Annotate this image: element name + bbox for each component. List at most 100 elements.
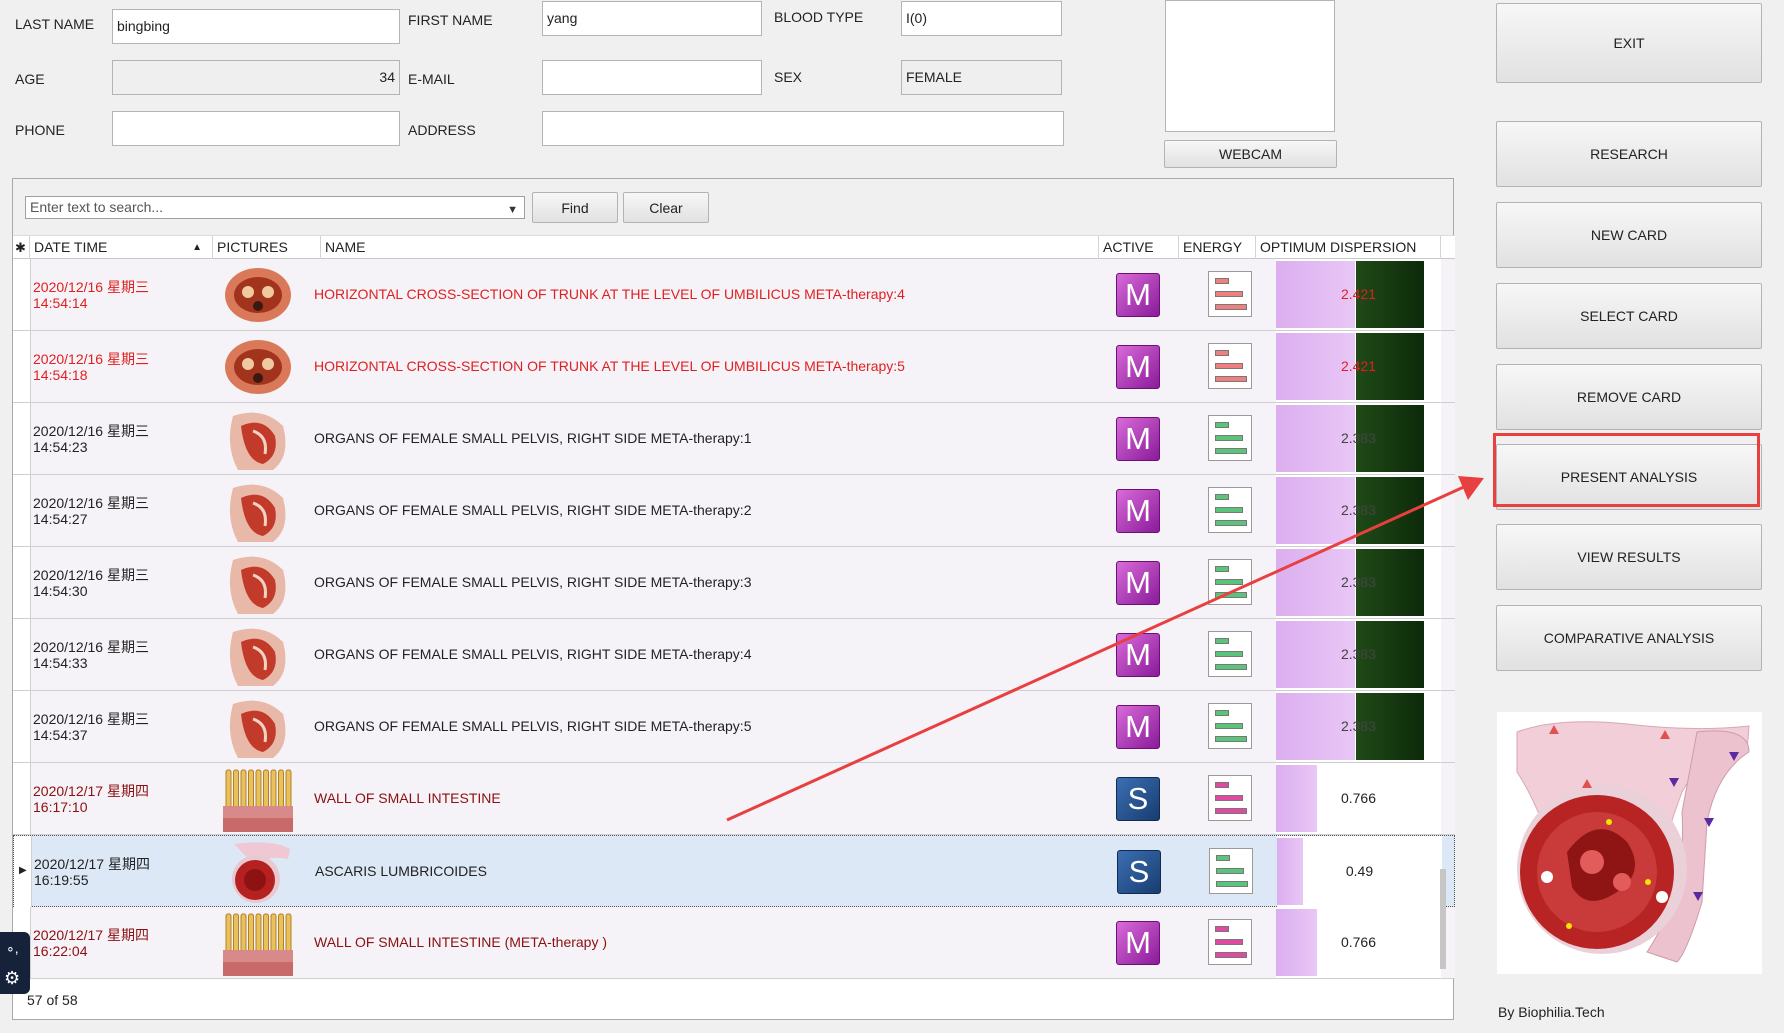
table-row[interactable]: 2020/12/16 星期三 14:54:14 HORIZONTAL CROSS-S… xyxy=(13,259,1455,331)
search-input[interactable]: Enter text to search... ▼ xyxy=(25,196,525,219)
energy-bars-icon xyxy=(1208,271,1252,317)
dispersion-value: 2.421 xyxy=(1340,286,1377,302)
dispersion-value: 2.383 xyxy=(1340,718,1377,734)
col-optimum-dispersion[interactable]: OPTIMUM DISPERSION xyxy=(1256,236,1441,259)
row-indicator[interactable] xyxy=(13,763,31,834)
row-time: 14:54:23 xyxy=(33,439,88,455)
dispersion-value: 2.383 xyxy=(1340,430,1377,446)
table-row[interactable]: 2020/12/16 星期三 14:54:33 ORGANS OF FEMALE S… xyxy=(13,619,1455,691)
blood-type-label: BLOOD TYPE xyxy=(774,9,864,25)
col-pictures[interactable]: PICTURES xyxy=(213,236,321,259)
view-results-button[interactable]: VIEW RESULTS xyxy=(1496,524,1762,590)
table-row[interactable]: 2020/12/17 星期四 16:22:04 WALL OF SMALL INTE… xyxy=(13,907,1455,979)
vertical-scrollbar[interactable] xyxy=(1440,869,1446,969)
research-button[interactable]: RESEARCH xyxy=(1496,121,1762,187)
row-time: 14:54:37 xyxy=(33,727,88,743)
table-row[interactable]: 2020/12/16 星期三 14:54:30 ORGANS OF FEMALE S… xyxy=(13,547,1455,619)
active-mode-badge: M xyxy=(1116,273,1160,317)
table-row[interactable]: 2020/12/16 星期三 14:54:23 ORGANS OF FEMALE S… xyxy=(13,403,1455,475)
row-name: ASCARIS LUMBRICOIDES xyxy=(315,863,487,879)
phone-label: PHONE xyxy=(15,122,65,138)
row-thumbnail xyxy=(223,406,293,472)
row-date-time: 2020/12/16 星期三 14:54:23 xyxy=(33,423,149,455)
table-row[interactable]: 2020/12/16 星期三 14:54:27 ORGANS OF FEMALE S… xyxy=(13,475,1455,547)
row-name: ORGANS OF FEMALE SMALL PELVIS, RIGHT SID… xyxy=(314,502,752,518)
energy-bars-icon xyxy=(1208,631,1252,677)
energy-bars-icon xyxy=(1208,415,1252,461)
phone-field[interactable] xyxy=(112,111,400,146)
dispersion-value: 2.383 xyxy=(1340,646,1377,662)
present-analysis-button[interactable]: PRESENT ANALYSIS xyxy=(1496,444,1762,510)
optimum-dispersion-cell: 2.421 xyxy=(1276,331,1441,402)
col-date-time[interactable]: DATE TIME ▲ xyxy=(30,236,213,259)
table-row[interactable]: 2020/12/17 星期四 16:17:10 WALL OF SMALL INTE… xyxy=(13,763,1455,835)
search-placeholder: Enter text to search... xyxy=(30,199,164,215)
floating-tool-dock[interactable]: ⚙ ∘, xyxy=(0,932,30,994)
row-indicator[interactable] xyxy=(13,691,31,762)
row-indicator[interactable] xyxy=(13,475,31,546)
optimum-dispersion-cell: 2.421 xyxy=(1276,259,1441,330)
table-row[interactable]: 2020/12/16 星期三 14:54:18 HORIZONTAL CROSS-S… xyxy=(13,331,1455,403)
link-icon[interactable]: ∘, xyxy=(6,940,19,957)
row-indicator[interactable] xyxy=(13,619,31,690)
grid-rows: 2020/12/16 星期三 14:54:14 HORIZONTAL CROSS-S… xyxy=(13,259,1455,979)
row-date: 2020/12/17 星期四 xyxy=(34,856,150,872)
comparative-analysis-button[interactable]: COMPARATIVE ANALYSIS xyxy=(1496,605,1762,671)
exit-button[interactable]: EXIT xyxy=(1496,3,1762,83)
col-name[interactable]: NAME xyxy=(321,236,1099,259)
address-label: ADDRESS xyxy=(408,122,476,138)
optimum-dispersion-cell: 0.49 xyxy=(1277,836,1442,907)
row-time: 16:17:10 xyxy=(33,799,88,815)
row-date: 2020/12/16 星期三 xyxy=(33,567,149,583)
optimum-dispersion-cell: 2.383 xyxy=(1276,547,1441,618)
row-time: 14:54:14 xyxy=(33,295,88,311)
remove-card-button[interactable]: REMOVE CARD xyxy=(1496,364,1762,430)
col-energy[interactable]: ENERGY xyxy=(1179,236,1256,259)
row-indicator[interactable]: ▶ xyxy=(14,836,32,907)
col-date-time-label: DATE TIME xyxy=(34,239,108,255)
find-button[interactable]: Find xyxy=(532,192,618,223)
dispersion-value: 0.49 xyxy=(1345,863,1374,879)
column-chooser-icon[interactable]: ✱ xyxy=(13,236,30,259)
dispersion-value: 2.421 xyxy=(1340,358,1377,374)
optimum-dispersion-cell: 2.383 xyxy=(1276,619,1441,690)
age-label: AGE xyxy=(15,71,45,87)
last-name-field[interactable]: bingbing xyxy=(112,9,400,44)
row-date: 2020/12/16 星期三 xyxy=(33,711,149,727)
email-field[interactable] xyxy=(542,60,762,95)
row-time: 14:54:30 xyxy=(33,583,88,599)
row-date: 2020/12/16 星期三 xyxy=(33,423,149,439)
active-mode-badge: M xyxy=(1116,417,1160,461)
row-indicator[interactable] xyxy=(13,331,31,402)
col-active[interactable]: ACTIVE xyxy=(1099,236,1179,259)
address-field[interactable] xyxy=(542,111,1064,146)
row-indicator[interactable] xyxy=(13,403,31,474)
row-date-time: 2020/12/16 星期三 14:54:14 xyxy=(33,279,149,311)
chevron-down-icon[interactable]: ▼ xyxy=(507,200,518,221)
energy-bars-icon xyxy=(1208,559,1252,605)
row-thumbnail xyxy=(223,694,293,760)
sex-field[interactable]: FEMALE xyxy=(901,60,1062,95)
row-name: HORIZONTAL CROSS-SECTION OF TRUNK AT THE… xyxy=(314,286,905,302)
clear-button[interactable]: Clear xyxy=(623,192,709,223)
row-thumbnail xyxy=(223,262,293,328)
row-name: HORIZONTAL CROSS-SECTION OF TRUNK AT THE… xyxy=(314,358,905,374)
row-thumbnail xyxy=(223,622,293,688)
new-card-button[interactable]: NEW CARD xyxy=(1496,202,1762,268)
row-time: 14:54:27 xyxy=(33,511,88,527)
row-date-time: 2020/12/16 星期三 14:54:27 xyxy=(33,495,149,527)
select-card-button[interactable]: SELECT CARD xyxy=(1496,283,1762,349)
row-indicator[interactable] xyxy=(13,547,31,618)
credit-text: By Biophilia.Tech xyxy=(1498,1004,1605,1020)
selected-organ-preview xyxy=(1497,712,1762,974)
last-name-label: LAST NAME xyxy=(15,16,95,32)
column-header: ✱ DATE TIME ▲ PICTURES NAME ACTIVE ENERG… xyxy=(13,235,1455,259)
blood-type-field[interactable]: I(0) xyxy=(901,1,1062,36)
first-name-field[interactable]: yang xyxy=(542,1,762,36)
energy-bars-icon xyxy=(1208,919,1252,965)
gear-icon[interactable]: ⚙ xyxy=(4,968,20,989)
table-row[interactable]: ▶ 2020/12/17 星期四 16:19:55 ASCARIS LUMBRICOI… xyxy=(13,835,1455,907)
table-row[interactable]: 2020/12/16 星期三 14:54:37 ORGANS OF FEMALE S… xyxy=(13,691,1455,763)
row-indicator[interactable] xyxy=(13,259,31,330)
webcam-button[interactable]: WEBCAM xyxy=(1164,140,1337,168)
